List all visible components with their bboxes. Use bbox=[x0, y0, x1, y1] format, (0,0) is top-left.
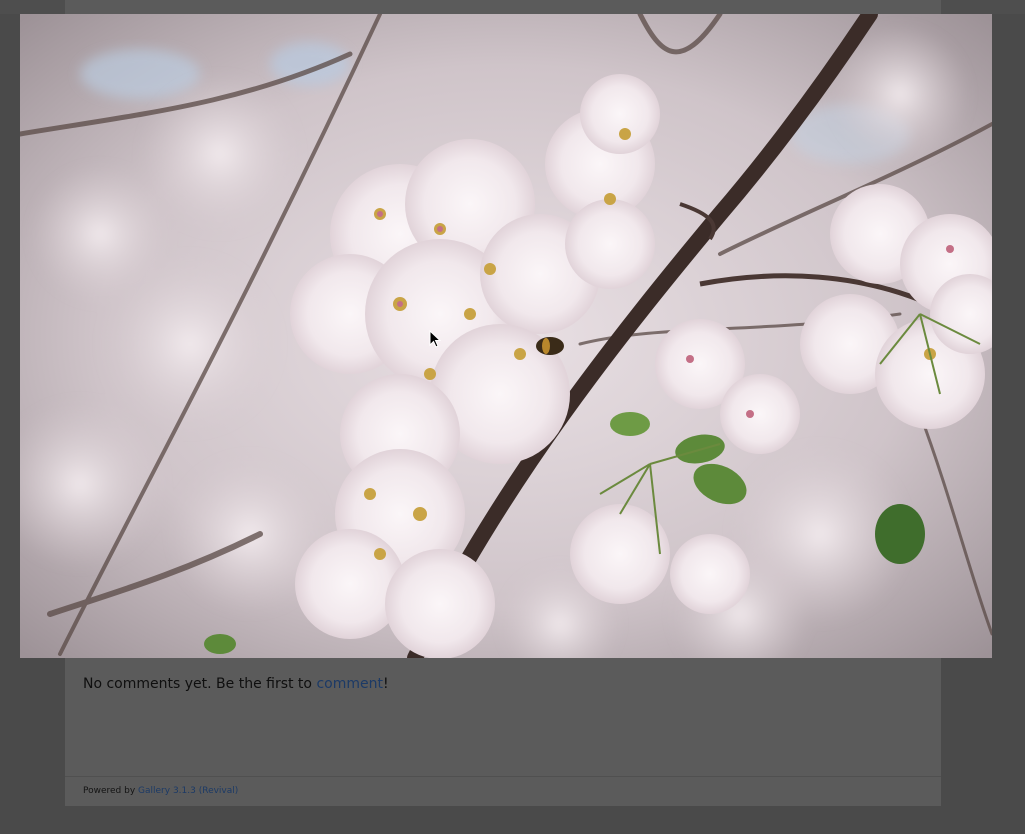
powered-by-text: Powered by Gallery 3.1.3 (Revival) bbox=[83, 786, 238, 796]
no-comments-prefix: No comments yet. Be the first to bbox=[83, 676, 317, 692]
mouse-pointer-icon bbox=[429, 330, 441, 348]
gallery-link[interactable]: Gallery 3.1.3 (Revival) bbox=[138, 786, 238, 796]
footer: Powered by Gallery 3.1.3 (Revival) bbox=[65, 776, 941, 806]
comments-section: No comments yet. Be the first to comment… bbox=[65, 658, 941, 776]
cherry-blossom-image bbox=[20, 14, 992, 658]
powered-by-label: Powered by bbox=[83, 786, 139, 796]
photo[interactable] bbox=[20, 14, 992, 658]
comment-link[interactable]: comment bbox=[316, 676, 383, 692]
no-comments-suffix: ! bbox=[382, 676, 389, 692]
no-comments-message: No comments yet. Be the first to comment… bbox=[83, 676, 389, 692]
